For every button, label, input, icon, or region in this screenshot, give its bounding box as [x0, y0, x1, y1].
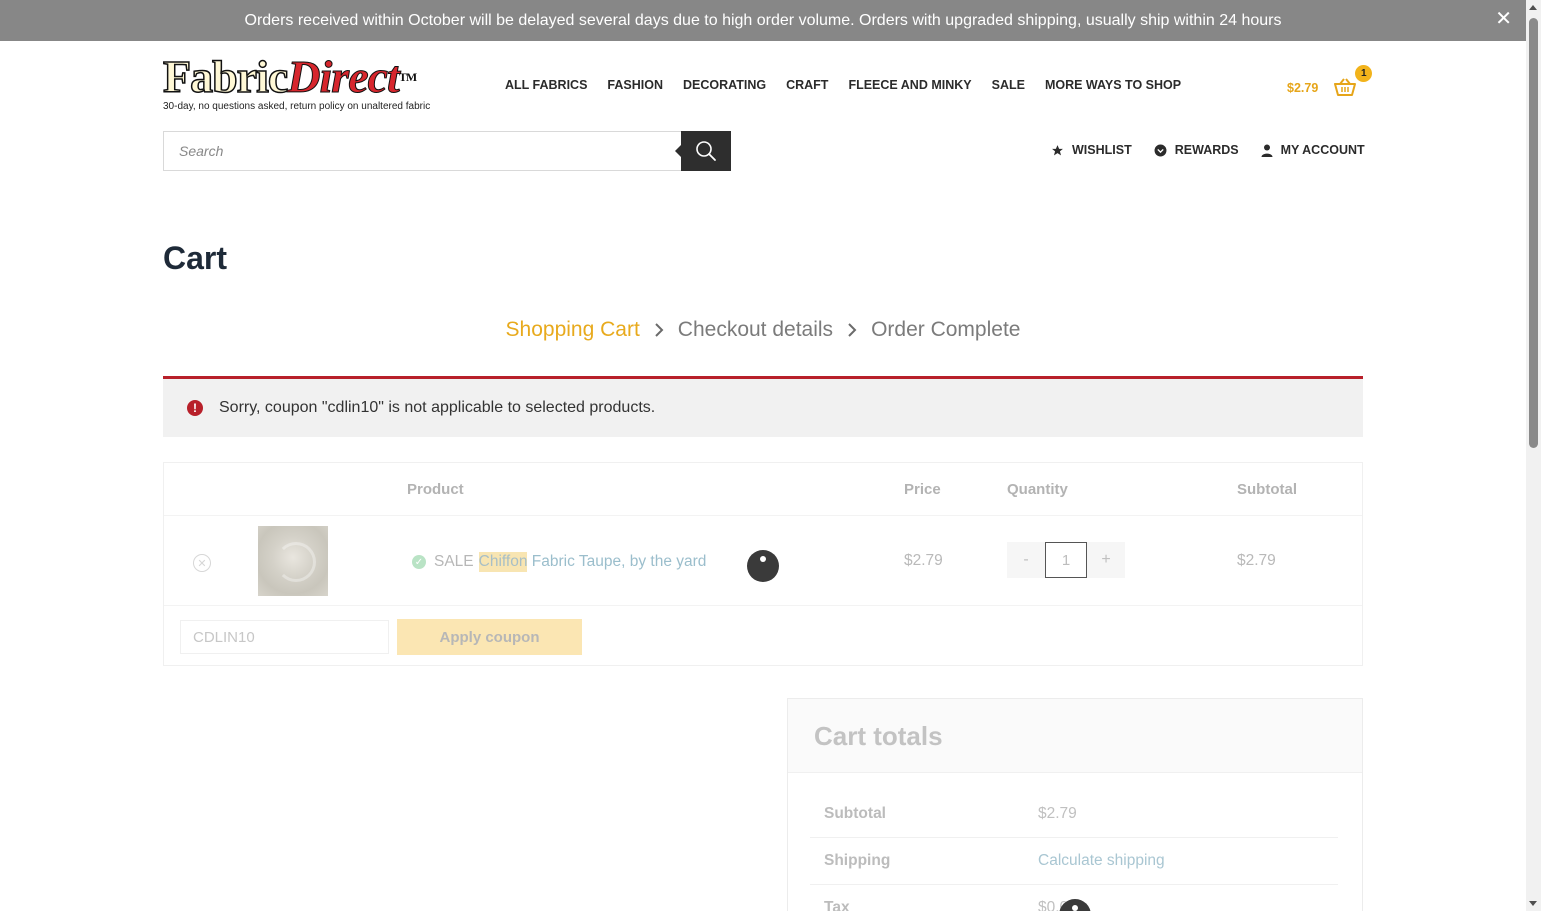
totals-tax-label: Tax — [824, 899, 850, 911]
search-icon — [696, 141, 716, 161]
item-subtotal: $2.79 — [1237, 552, 1276, 569]
announcement-text: Orders received within October will be d… — [244, 11, 1282, 29]
step-order-complete: Order Complete — [871, 318, 1021, 341]
coupon-code-input[interactable] — [180, 620, 389, 654]
scroll-up-arrow-icon[interactable] — [1529, 5, 1537, 10]
cart-item-row: ✕ ✓ SALE Chiffon Fabric Taupe, by the ya… — [164, 516, 1362, 606]
scroll-down-arrow-icon[interactable] — [1529, 901, 1537, 906]
nav-craft[interactable]: CRAFT — [786, 78, 828, 92]
nav-decorating[interactable]: DECORATING — [683, 78, 766, 92]
chevron-right-icon — [847, 322, 857, 338]
header-quantity: Quantity — [1007, 481, 1068, 498]
search-button[interactable] — [675, 131, 731, 171]
apply-coupon-button[interactable]: Apply coupon — [397, 619, 582, 655]
product-sale-label: SALE — [434, 553, 474, 570]
nav-more-ways-to-shop[interactable]: MORE WAYS TO SHOP — [1045, 78, 1181, 92]
search-input[interactable] — [163, 131, 681, 171]
nav-fleece-and-minky[interactable]: FLEECE AND MINKY — [848, 78, 971, 92]
check-circle-icon: ✓ — [412, 555, 426, 569]
quantity-plus-button[interactable]: + — [1087, 542, 1125, 578]
search-form — [163, 131, 731, 171]
header-product: Product — [407, 481, 464, 498]
my-account-link[interactable]: MY ACCOUNT — [1261, 143, 1365, 157]
page-title: Cart — [163, 240, 228, 276]
step-shopping-cart[interactable]: Shopping Cart — [506, 318, 640, 342]
my-account-label: MY ACCOUNT — [1280, 143, 1365, 157]
nav-all-fabrics[interactable]: ALL FABRICS — [505, 78, 587, 92]
wishlist-label: WISHLIST — [1072, 143, 1132, 157]
header-price: Price — [904, 481, 941, 498]
rewards-label: REWARDS — [1174, 143, 1239, 157]
scrollbar-thumb[interactable] — [1529, 18, 1538, 448]
item-price: $2.79 — [904, 552, 943, 569]
logo-word-direct: Direct — [287, 51, 401, 102]
totals-subtotal-value: $2.79 — [1038, 805, 1077, 822]
nav-fashion[interactable]: FASHION — [607, 78, 663, 92]
product-name-highlight: Chiffon — [478, 552, 528, 572]
totals-subtotal-row: Subtotal $2.79 — [810, 791, 1338, 838]
product-thumbnail[interactable] — [258, 526, 328, 596]
step-checkout-details[interactable]: Checkout details — [678, 318, 833, 342]
cart-table-header: Product Price Quantity Subtotal — [164, 463, 1362, 516]
quantity-minus-button[interactable]: - — [1007, 542, 1045, 578]
totals-shipping-row: Shipping Calculate shipping — [810, 838, 1338, 885]
user-nav: WISHLIST REWARDS MY ACCOUNT — [1051, 143, 1365, 157]
star-icon — [1052, 144, 1063, 155]
cart-count-badge: 1 — [1355, 65, 1373, 82]
main-nav: ALL FABRICS FASHION DECORATING CRAFT FLE… — [505, 78, 1181, 92]
product-link[interactable]: ✓ SALE Chiffon Fabric Taupe, by the yard — [412, 552, 706, 572]
chevron-right-icon — [654, 322, 664, 338]
logo-tagline: 30-day, no questions asked, return polic… — [163, 101, 431, 112]
user-icon — [1261, 144, 1273, 157]
rewards-link[interactable]: REWARDS — [1154, 143, 1239, 157]
announcement-bar: Orders received within October will be d… — [0, 0, 1526, 41]
wishlist-link[interactable]: WISHLIST — [1051, 143, 1132, 157]
error-notice: ! Sorry, coupon "cdlin10" is not applica… — [163, 376, 1363, 437]
quantity-input[interactable]: 1 — [1045, 542, 1087, 578]
mini-cart[interactable]: $2.79 1 — [1287, 65, 1373, 96]
cart-table: Product Price Quantity Subtotal ✕ ✓ SALE… — [163, 462, 1363, 666]
product-name: Fabric Taupe, by the yard — [531, 553, 707, 570]
close-icon[interactable]: ✕ — [1495, 9, 1512, 29]
cart-totals-title: Cart totals — [788, 699, 1362, 773]
basket-icon[interactable]: 1 — [1334, 65, 1373, 96]
site-logo[interactable]: FabricDirectTM 30-day, no questions aske… — [162, 51, 468, 116]
logo-word-fabric: Fabric — [162, 51, 289, 102]
nav-sale[interactable]: SALE — [992, 78, 1025, 92]
quantity-stepper: - 1 + — [1007, 542, 1125, 578]
rewards-icon — [1154, 144, 1167, 156]
calculate-shipping-link[interactable]: Calculate shipping — [1038, 852, 1165, 870]
cart-totals: Cart totals Subtotal $2.79 Shipping Calc… — [787, 698, 1363, 911]
totals-subtotal-label: Subtotal — [824, 805, 886, 822]
cursor-indicator — [747, 550, 779, 582]
remove-item-icon[interactable]: ✕ — [193, 554, 211, 572]
page-scrollbar[interactable] — [1526, 0, 1541, 911]
mini-cart-amount[interactable]: $2.79 — [1287, 81, 1318, 95]
totals-shipping-label: Shipping — [824, 852, 891, 869]
coupon-row: Apply coupon — [164, 606, 1362, 666]
header-subtotal: Subtotal — [1237, 481, 1297, 498]
logo-wordmark: FabricDirectTM — [162, 51, 468, 102]
error-message: Sorry, coupon "cdlin10" is not applicabl… — [219, 399, 656, 416]
logo-trademark: TM — [398, 70, 417, 84]
checkout-steps: Shopping Cart Checkout details Order Com… — [0, 318, 1526, 342]
error-icon: ! — [187, 400, 203, 416]
